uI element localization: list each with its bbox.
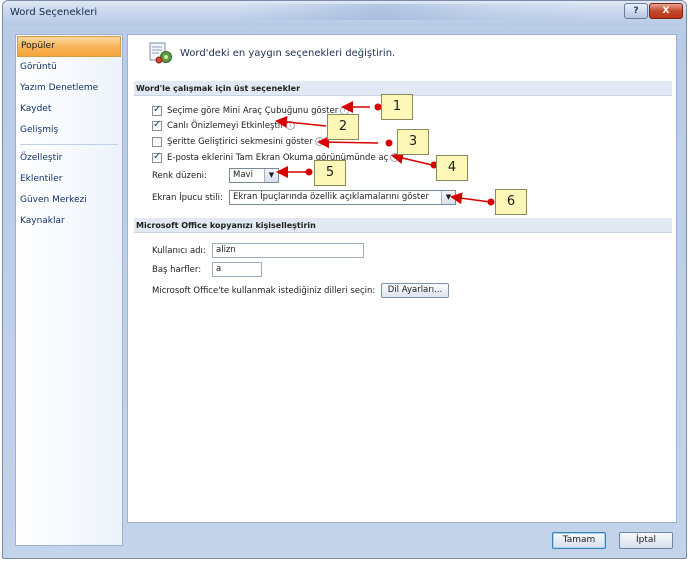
callout-4: 4 <box>436 155 468 181</box>
ok-button[interactable]: Tamam <box>552 532 606 549</box>
help-button[interactable]: ? <box>624 3 648 19</box>
option-label: Şeritte Geliştirici sekmesini göster <box>167 136 313 147</box>
callout-6: 6 <box>495 189 527 215</box>
title-bar-background <box>233 4 603 20</box>
screentip-style-value: Ekran İpuçlarında özellik açıklamalarını… <box>233 192 429 202</box>
developer-tab-checkbox[interactable] <box>152 136 162 147</box>
username-label: Kullanıcı adı: <box>152 246 206 256</box>
callout-2: 2 <box>327 114 359 140</box>
sidebar-item-kaydet[interactable]: Kaydet <box>17 99 121 120</box>
callout-5: 5 <box>314 160 346 186</box>
info-icon: i <box>314 137 324 146</box>
screentip-style-label: Ekran İpucu stili: <box>152 193 223 203</box>
sidebar-item-ozellestir[interactable]: Özelleştir <box>17 148 121 169</box>
close-button[interactable]: X <box>649 3 683 19</box>
options-header-icon <box>149 42 172 64</box>
username-input[interactable]: alizn <box>212 243 364 258</box>
initials-input[interactable]: a <box>212 262 262 277</box>
language-settings-button[interactable]: Dil Ayarları... <box>381 283 449 298</box>
page-header: Word'deki en yaygın seçenekleri değiştir… <box>180 48 396 59</box>
sidebar-divider <box>20 144 118 145</box>
sidebar-item-yazim-denetleme[interactable]: Yazım Denetleme <box>17 78 121 99</box>
sidebar-item-goruntu[interactable]: Görüntü <box>17 57 121 78</box>
sidebar-item-populer[interactable]: Popüler <box>17 36 121 57</box>
sidebar-item-kaynaklar[interactable]: Kaynaklar <box>17 211 121 232</box>
color-scheme-label: Renk düzeni: <box>152 171 207 181</box>
callout-1: 1 <box>381 94 413 120</box>
language-prompt: Microsoft Office'te kullanmak istediğini… <box>152 286 376 296</box>
screentip-style-select[interactable]: Ekran İpuçlarında özellik açıklamalarını… <box>229 190 456 205</box>
sidebar-item-gelismis[interactable]: Gelişmiş <box>17 120 121 141</box>
cancel-button[interactable]: İptal <box>619 532 673 549</box>
sidebar-item-guven-merkezi[interactable]: Güven Merkezi <box>17 190 121 211</box>
options-dialog: Word Seçenekleri ? X Popüler Görüntü Yaz… <box>2 0 687 559</box>
mini-toolbar-checkbox[interactable] <box>152 104 162 116</box>
sidebar-item-eklentiler[interactable]: Eklentiler <box>17 169 121 190</box>
sidebar: Popüler Görüntü Yazım Denetleme Kaydet G… <box>15 34 123 546</box>
full-screen-reading-checkbox[interactable] <box>152 151 162 163</box>
callout-3: 3 <box>397 129 429 155</box>
info-icon: i <box>285 121 295 130</box>
section-title-personalize: Microsoft Office kopyanızı kişiselleştir… <box>134 218 672 233</box>
window-title: Word Seçenekleri <box>10 7 98 18</box>
option-live-preview[interactable]: Canlı Önizlemeyi Etkinleştir i <box>152 119 295 132</box>
chevron-down-icon[interactable]: ▼ <box>441 191 455 204</box>
live-preview-checkbox[interactable] <box>152 119 162 131</box>
option-mini-toolbar[interactable]: Seçime göre Mini Araç Çubuğunu göster i <box>152 104 350 117</box>
color-scheme-value: Mavi <box>233 170 253 180</box>
option-full-screen-reading[interactable]: E-posta eklerini Tam Ekran Okuma görünüm… <box>152 151 400 164</box>
initials-label: Baş harfler: <box>152 265 202 275</box>
color-scheme-select[interactable]: Mavi ▼ <box>229 168 279 183</box>
option-label: Seçime göre Mini Araç Çubuğunu göster <box>167 105 339 116</box>
option-developer-tab[interactable]: Şeritte Geliştirici sekmesini göster i <box>152 135 324 148</box>
chevron-down-icon[interactable]: ▼ <box>264 169 278 182</box>
option-label: E-posta eklerini Tam Ekran Okuma görünüm… <box>167 152 389 163</box>
title-bar[interactable]: Word Seçenekleri ? X <box>3 1 686 25</box>
option-label: Canlı Önizlemeyi Etkinleştir <box>167 120 284 131</box>
